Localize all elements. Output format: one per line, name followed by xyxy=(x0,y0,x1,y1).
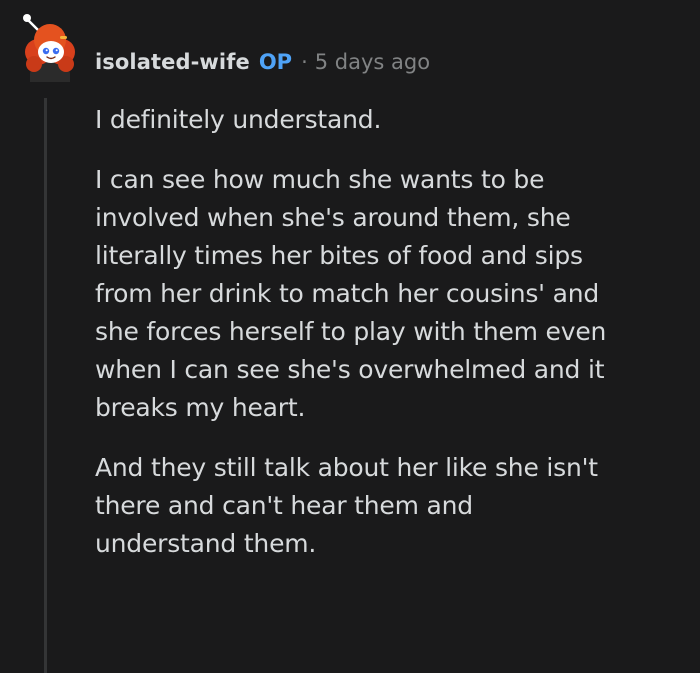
comment-header: isolated-wife OP · 5 days ago xyxy=(95,45,430,79)
comment-paragraph: And they still talk about her like she i… xyxy=(95,453,598,558)
comment: isolated-wife OP · 5 days ago I definite… xyxy=(0,0,700,673)
op-badge: OP xyxy=(258,50,293,74)
snoo-avatar-icon[interactable] xyxy=(18,12,82,84)
comment-paragraph: I definitely understand. xyxy=(95,105,382,134)
comment-timestamp[interactable]: 5 days ago xyxy=(315,50,430,74)
comment-body: I definitely understand. I can see how m… xyxy=(95,101,685,563)
comment-paragraph: I can see how much she wants to be invol… xyxy=(95,165,607,422)
author-username[interactable]: isolated-wife xyxy=(95,50,250,74)
thread-collapse-line[interactable] xyxy=(44,98,47,673)
meta-separator: · xyxy=(301,50,308,74)
